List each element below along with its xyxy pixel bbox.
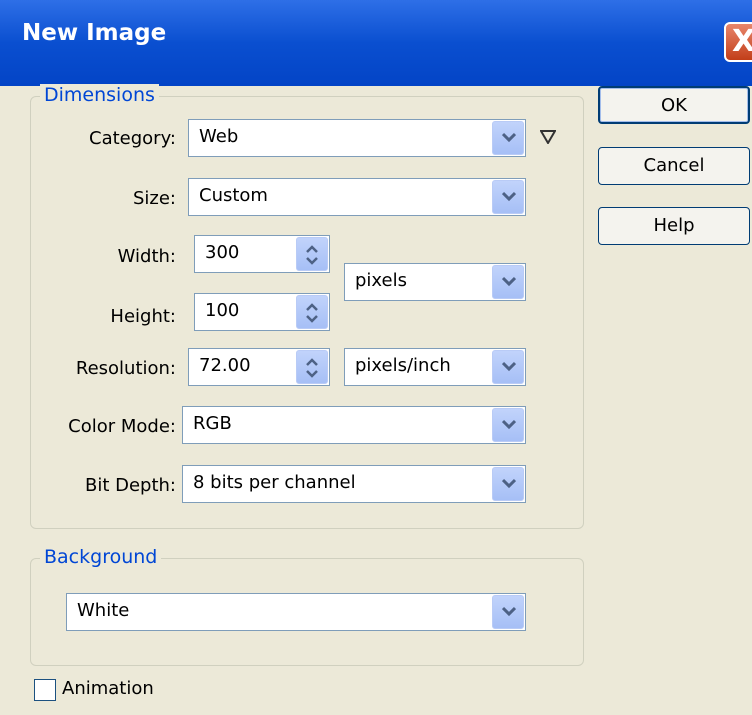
size-value: Custom [199, 185, 268, 206]
close-button[interactable]: X [724, 22, 752, 62]
up-down-spinner-icon[interactable] [296, 295, 328, 329]
height-input[interactable]: 100 [194, 293, 330, 331]
resolution-value: 72.00 [199, 355, 251, 376]
color-mode-value: RGB [193, 413, 232, 434]
size-label: Size: [132, 188, 176, 209]
height-value: 100 [205, 300, 240, 321]
chevron-down-icon[interactable] [492, 595, 524, 629]
chevron-down-icon[interactable] [492, 180, 524, 214]
size-unit-select[interactable]: pixels [344, 263, 526, 301]
category-select[interactable]: Web [188, 119, 526, 157]
color-mode-label: Color Mode: [68, 416, 176, 437]
width-value: 300 [205, 242, 240, 263]
resolution-label: Resolution: [75, 358, 176, 379]
size-select[interactable]: Custom [188, 178, 526, 216]
chevron-down-icon[interactable] [492, 408, 524, 442]
chevron-down-icon[interactable] [492, 467, 524, 501]
up-down-spinner-icon[interactable] [296, 237, 328, 271]
resolution-input[interactable]: 72.00 [188, 348, 330, 386]
color-mode-select[interactable]: RGB [182, 406, 526, 444]
category-label: Category: [89, 128, 176, 149]
chevron-down-icon[interactable] [492, 350, 524, 384]
dimensions-legend: Dimensions [40, 84, 159, 106]
window-title: New Image [22, 20, 167, 46]
bit-depth-select[interactable]: 8 bits per channel [182, 465, 526, 503]
background-select[interactable]: White [66, 593, 526, 631]
dialog-body: Dimensions Category: Web Size: Custom Wi… [0, 84, 752, 715]
title-bar: New Image X [0, 0, 752, 86]
up-down-spinner-icon[interactable] [296, 350, 328, 384]
size-unit-value: pixels [355, 270, 407, 291]
animation-checkbox[interactable] [34, 679, 56, 701]
category-value: Web [199, 126, 239, 147]
background-value: White [77, 600, 130, 621]
animation-label: Animation [62, 678, 154, 699]
help-button[interactable]: Help [598, 207, 750, 245]
resolution-unit-select[interactable]: pixels/inch [344, 348, 526, 386]
chevron-down-icon[interactable] [492, 265, 524, 299]
cancel-button[interactable]: Cancel [598, 147, 750, 185]
background-legend: Background [40, 546, 162, 568]
bit-depth-label: Bit Depth: [84, 475, 176, 496]
width-label: Width: [117, 246, 176, 267]
bit-depth-value: 8 bits per channel [193, 472, 356, 493]
height-label: Height: [110, 306, 176, 327]
resolution-unit-value: pixels/inch [355, 355, 451, 376]
triangle-down-icon[interactable] [540, 130, 556, 144]
width-input[interactable]: 300 [194, 235, 330, 273]
ok-button[interactable]: OK [598, 86, 750, 124]
chevron-down-icon[interactable] [492, 121, 524, 155]
close-icon: X [732, 24, 752, 59]
